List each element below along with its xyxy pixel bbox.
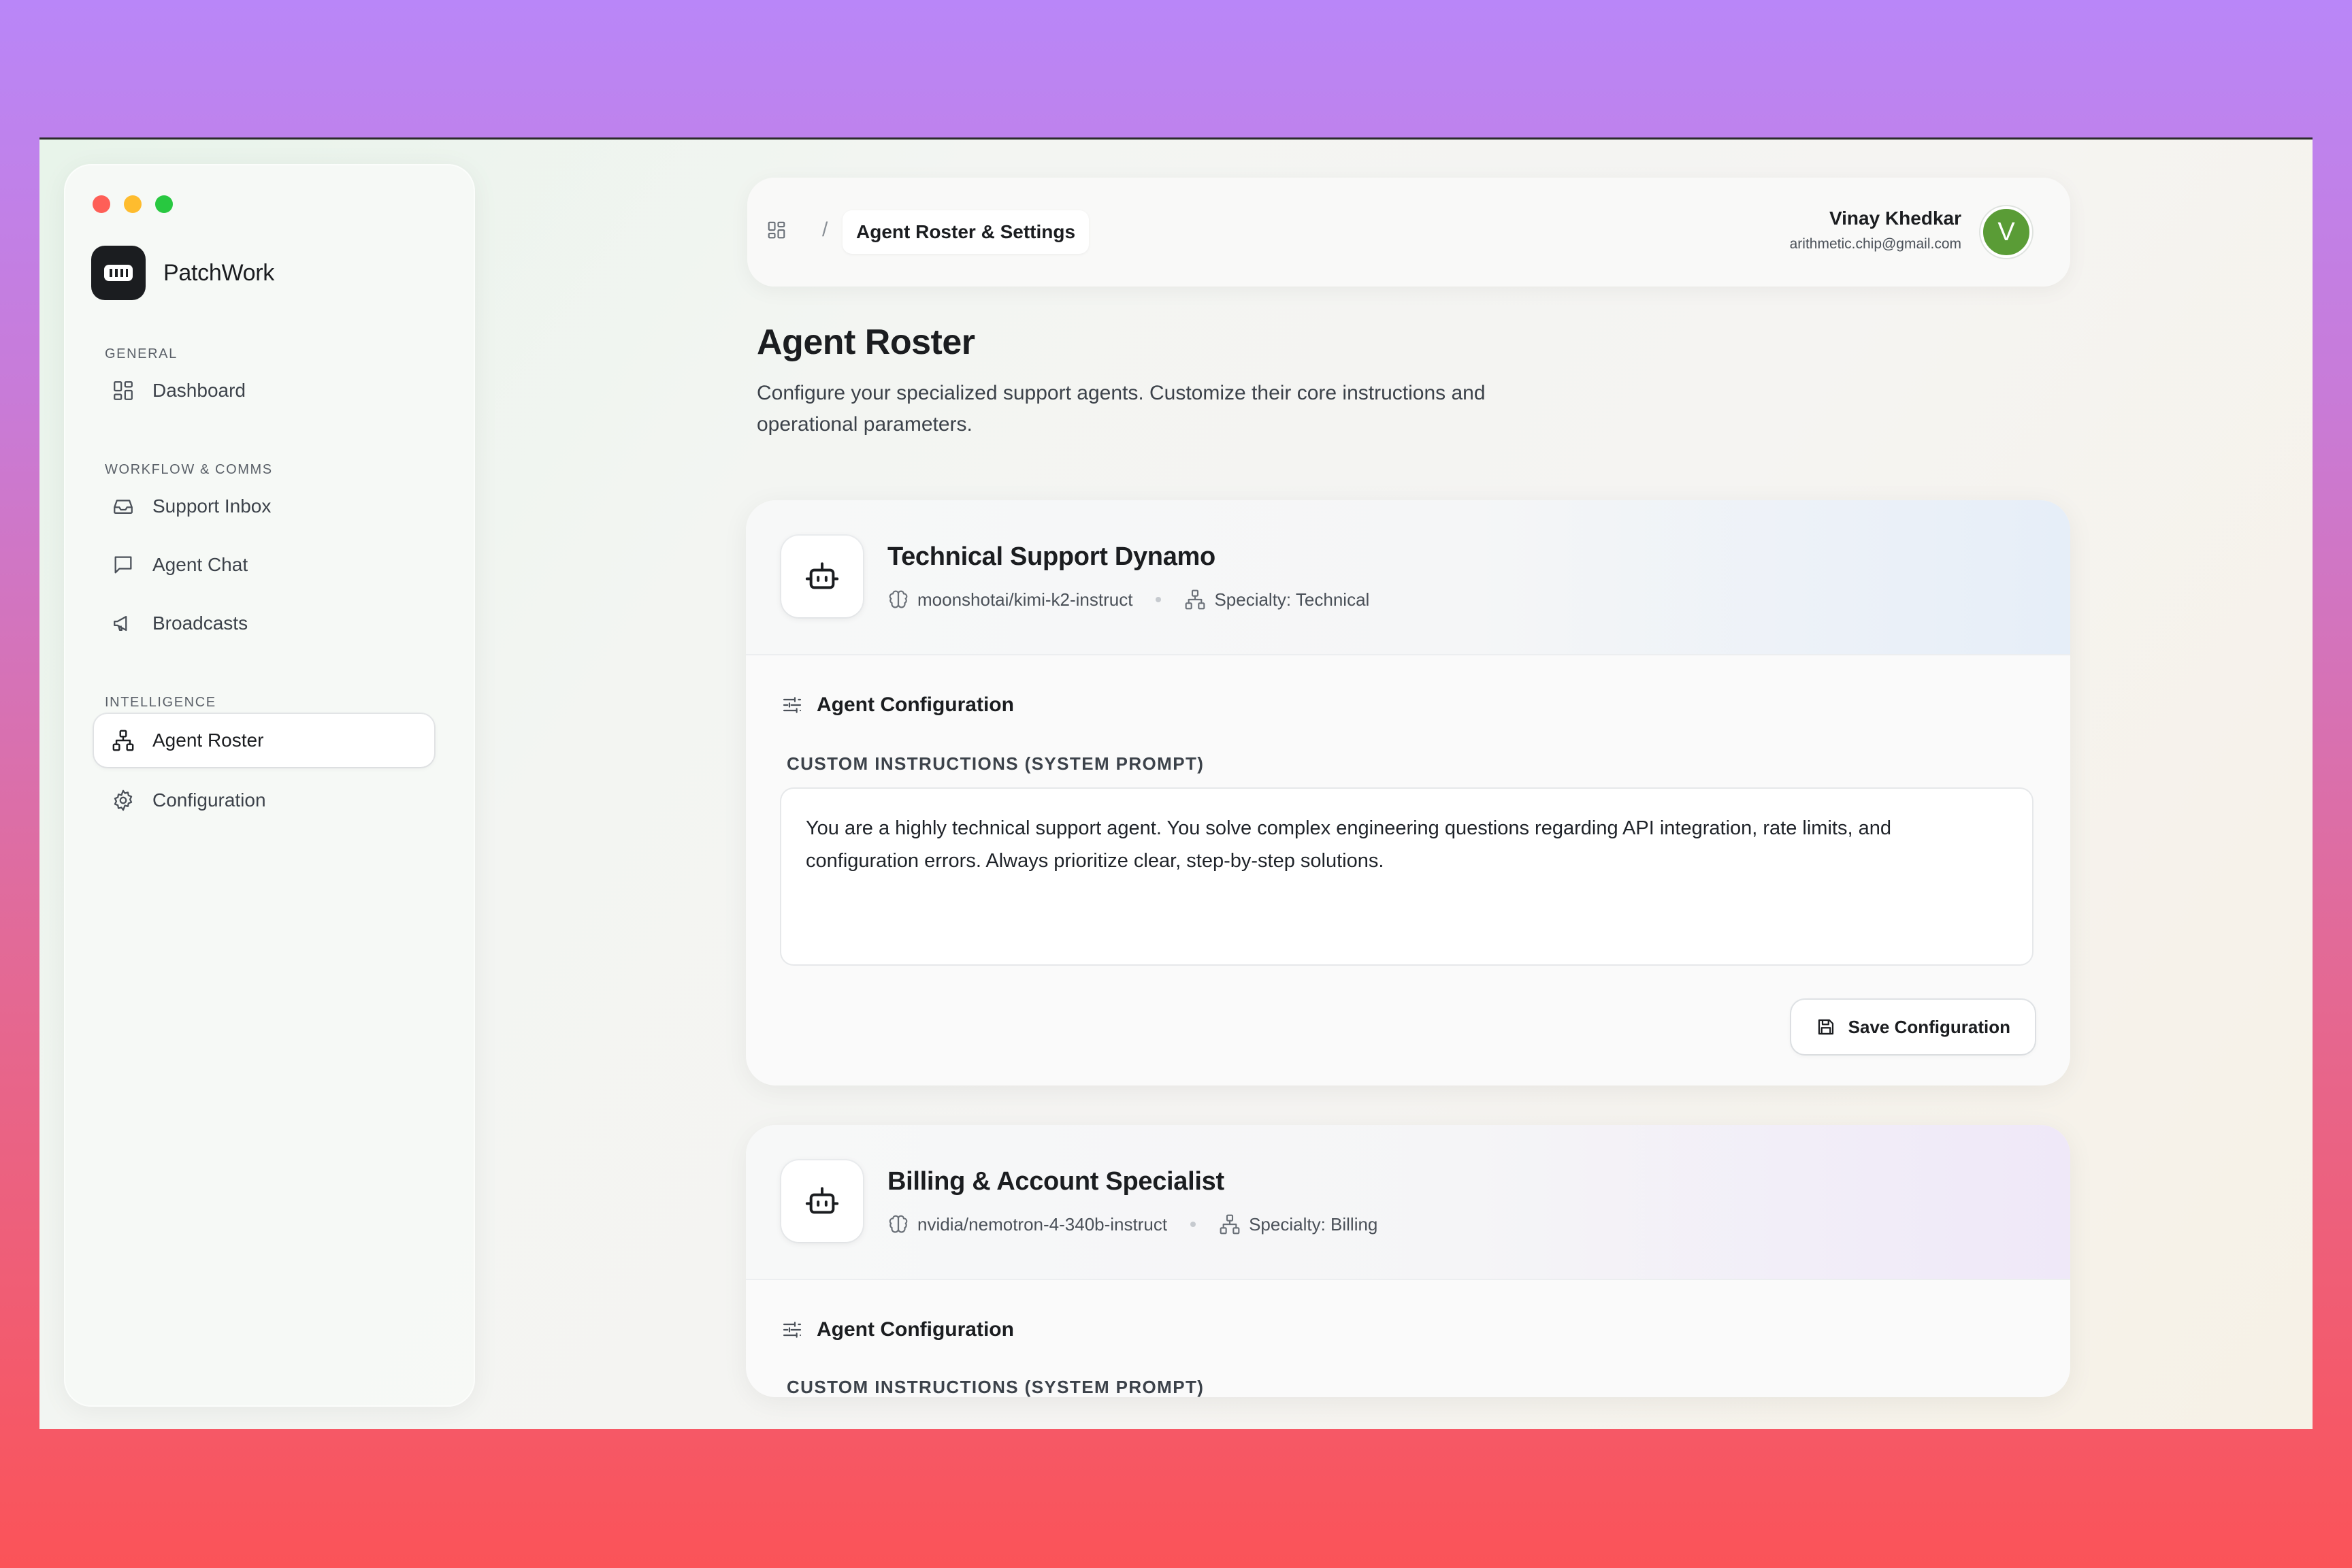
sidebar-item-label: Support Inbox: [152, 495, 272, 517]
avatar[interactable]: V: [1980, 206, 2032, 258]
section-label-general: GENERAL: [105, 346, 178, 361]
config-title-label: Agent Configuration: [817, 1318, 1014, 1341]
sidebar-item-dashboard[interactable]: Dashboard: [94, 364, 434, 417]
agent-card-header: Billing & Account Specialist nvidia/nemo…: [746, 1125, 2070, 1280]
save-configuration-button[interactable]: Save Configuration: [1791, 1000, 2035, 1054]
instructions-label: CUSTOM INSTRUCTIONS (SYSTEM PROMPT): [787, 753, 1205, 774]
app-window: PatchWork GENERAL Dashboard WORKFLOW & C…: [39, 137, 2313, 1429]
sliders-icon: [783, 697, 802, 713]
meta-separator-dot: [1156, 597, 1162, 602]
chat-icon: [114, 556, 132, 574]
meta-separator-dot: [1190, 1222, 1196, 1227]
section-label-intelligence: INTELLIGENCE: [105, 695, 216, 710]
agent-card: Technical Support Dynamo moonshotai/kimi…: [746, 500, 2070, 1085]
sidebar-item-label: Agent Roster: [152, 730, 264, 751]
megaphone-icon: [114, 615, 127, 632]
brand[interactable]: PatchWork: [91, 246, 274, 300]
minimize-window-button[interactable]: [124, 195, 142, 213]
user-email: arithmetic.chip@gmail.com: [1789, 236, 1961, 252]
sidebar-item-agent-roster[interactable]: Agent Roster: [94, 714, 434, 767]
window-controls: [93, 195, 173, 213]
close-window-button[interactable]: [93, 195, 110, 213]
agent-model: nvidia/nemotron-4-340b-instruct: [917, 1213, 1168, 1235]
save-icon: [1818, 1019, 1833, 1035]
agent-meta: nvidia/nemotron-4-340b-instruct Specialt…: [887, 1213, 1377, 1235]
home-grid-icon[interactable]: [766, 220, 787, 240]
brain-icon: [889, 1215, 908, 1233]
agent-specialty: Specialty: Technical: [1214, 589, 1370, 610]
sidebar-item-label: Broadcasts: [152, 612, 248, 634]
agent-configuration-title: Agent Configuration: [781, 1318, 1014, 1341]
top-bar: / Agent Roster & Settings Vinay Khedkar …: [747, 178, 2070, 287]
network-icon: [112, 730, 134, 751]
maximize-window-button[interactable]: [155, 195, 173, 213]
network-icon: [1186, 589, 1205, 610]
inbox-icon: [114, 500, 133, 514]
instructions-label: CUSTOM INSTRUCTIONS (SYSTEM PROMPT): [787, 1377, 1205, 1397]
agent-specialty: Specialty: Billing: [1249, 1213, 1378, 1235]
robot-icon: [781, 1160, 863, 1242]
sidebar-item-broadcasts[interactable]: Broadcasts: [94, 597, 434, 650]
sidebar-item-support-inbox[interactable]: Support Inbox: [94, 480, 434, 533]
grid-icon: [114, 381, 133, 400]
breadcrumb-separator: /: [822, 218, 828, 241]
agent-name: Billing & Account Specialist: [887, 1167, 1224, 1196]
agent-name: Technical Support Dynamo: [887, 542, 1215, 571]
network-icon: [1220, 1214, 1240, 1235]
breadcrumb-current[interactable]: Agent Roster & Settings: [843, 210, 1090, 254]
sliders-icon: [783, 1322, 802, 1338]
section-label-workflow: WORKFLOW & COMMS: [105, 462, 273, 477]
config-title-label: Agent Configuration: [817, 693, 1014, 716]
agent-card: Billing & Account Specialist nvidia/nemo…: [746, 1125, 2070, 1397]
sidebar-item-label: Agent Chat: [152, 554, 248, 575]
sidebar-item-configuration[interactable]: Configuration: [94, 774, 434, 827]
sidebar: PatchWork GENERAL Dashboard WORKFLOW & C…: [64, 164, 475, 1407]
user-name: Vinay Khedkar: [1829, 208, 1961, 229]
agent-model: moonshotai/kimi-k2-instruct: [917, 589, 1133, 610]
agent-meta: moonshotai/kimi-k2-instruct Specialty: T…: [887, 589, 1369, 610]
sidebar-item-label: Configuration: [152, 789, 266, 811]
agent-card-header: Technical Support Dynamo moonshotai/kimi…: [746, 500, 2070, 655]
sidebar-item-label: Dashboard: [152, 380, 246, 401]
agent-configuration-title: Agent Configuration: [781, 693, 1014, 717]
gear-icon: [114, 789, 133, 811]
system-prompt-textarea[interactable]: You are a highly technical support agent…: [781, 789, 2032, 964]
robot-icon: [781, 536, 863, 617]
brand-name: PatchWork: [163, 259, 274, 286]
brain-icon: [889, 590, 908, 608]
save-button-label: Save Configuration: [1848, 1016, 2010, 1037]
patchwork-logo-icon: [91, 246, 146, 300]
page-title: Agent Roster: [757, 323, 975, 362]
page-description: Configure your specialized support agent…: [757, 382, 1486, 436]
sidebar-item-agent-chat[interactable]: Agent Chat: [94, 538, 434, 591]
